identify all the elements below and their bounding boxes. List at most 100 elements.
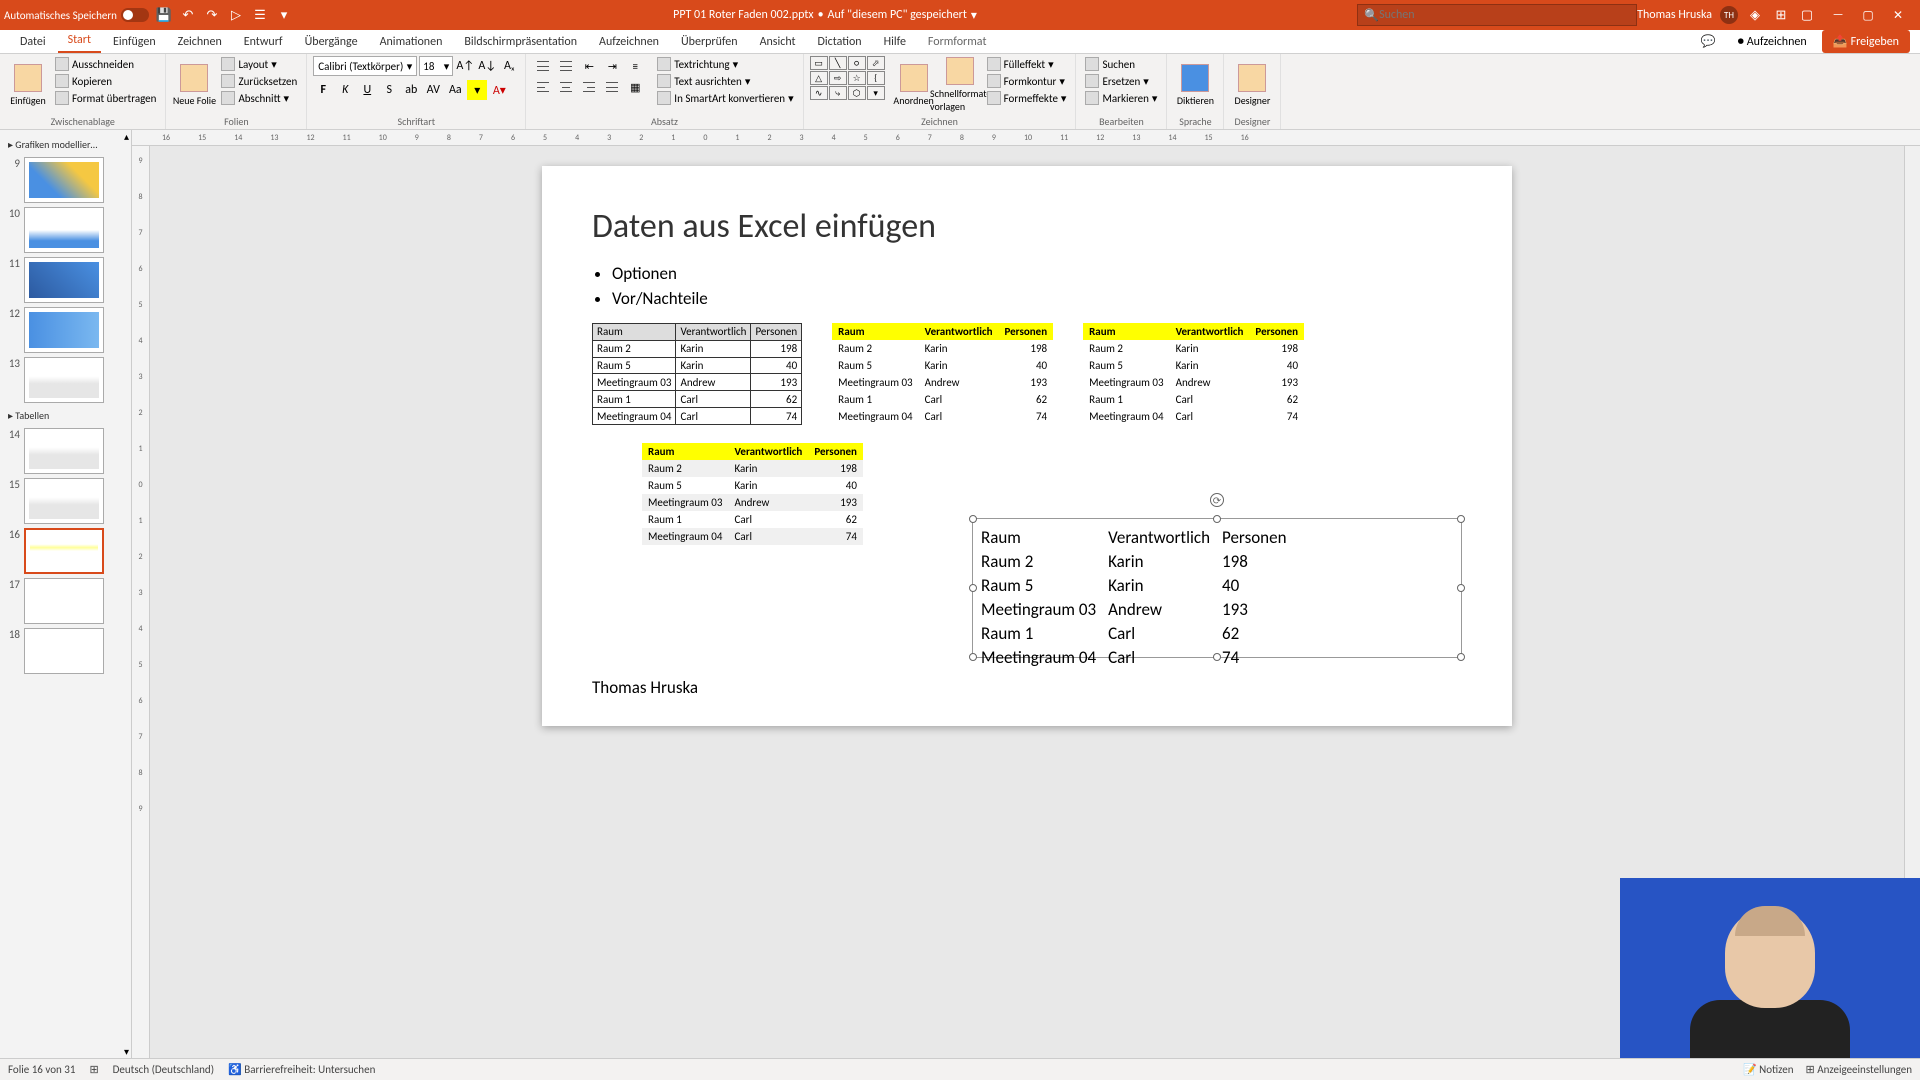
anordnen-button[interactable]: Anordnen xyxy=(892,56,936,114)
align-left-button[interactable] xyxy=(532,77,554,97)
shape-line[interactable]: ╲ xyxy=(829,56,847,70)
shape-curve[interactable]: ∿ xyxy=(810,86,828,100)
designer-button[interactable]: Designer xyxy=(1230,56,1274,114)
window-icon[interactable]: ▢ xyxy=(1798,6,1816,24)
selection-handle[interactable] xyxy=(1457,515,1465,523)
tab-datei[interactable]: Datei xyxy=(10,31,56,53)
smartart-button[interactable]: In SmartArt konvertieren▾ xyxy=(654,90,796,106)
shape-rect[interactable]: ▭ xyxy=(810,56,828,70)
slide-title[interactable]: Daten aus Excel einfügen xyxy=(592,206,1462,247)
tab-animationen[interactable]: Animationen xyxy=(370,31,453,53)
text-ausrichten-button[interactable]: Text ausrichten▾ xyxy=(654,73,796,89)
shape-oval[interactable]: ○ xyxy=(848,56,866,70)
increase-font-button[interactable]: A↑ xyxy=(455,56,475,76)
anzeigeeinstellungen-button[interactable]: ⊞ Anzeigeeinstellungen xyxy=(1806,1063,1912,1076)
ausschneiden-button[interactable]: Ausschneiden xyxy=(52,56,159,72)
decrease-font-button[interactable]: A↓ xyxy=(477,56,497,76)
shape-poly[interactable]: ⬡ xyxy=(848,86,866,100)
strikethrough-button[interactable]: ab xyxy=(401,80,421,100)
kopieren-button[interactable]: Kopieren xyxy=(52,73,159,89)
font-name-select[interactable]: Calibri (Textkörper)▾ xyxy=(313,56,417,76)
clear-formatting-button[interactable]: Aₓ xyxy=(499,56,519,76)
save-icon[interactable]: 💾 xyxy=(155,6,173,24)
undo-icon[interactable]: ↶ xyxy=(179,6,197,24)
tab-einfugen[interactable]: Einfügen xyxy=(103,31,166,53)
table-yellow-1[interactable]: RaumVerantwortlichPersonen Raum 2Karin19… xyxy=(832,323,1053,425)
bullet-list[interactable]: Optionen Vor/Nachteile xyxy=(612,263,1462,309)
freigeben-button[interactable]: 📤 Freigeben xyxy=(1822,30,1910,53)
font-color-button[interactable]: A▾ xyxy=(489,80,509,100)
scroll-up-icon[interactable]: ▴ xyxy=(124,130,129,143)
italic-button[interactable]: K xyxy=(335,80,355,100)
tab-formformat[interactable]: Formformat xyxy=(918,31,997,53)
close-button[interactable]: ✕ xyxy=(1884,4,1912,26)
tab-bildschirm[interactable]: Bildschirmpräsentation xyxy=(454,31,587,53)
selection-handle[interactable] xyxy=(1213,515,1221,523)
scroll-down-icon[interactable]: ▾ xyxy=(124,1045,129,1058)
table-bordered[interactable]: RaumVerantwortlichPersonen Raum 2Karin19… xyxy=(592,323,802,425)
tab-ubergange[interactable]: Übergänge xyxy=(295,31,368,53)
thumbnail-panel[interactable]: ▴ ▸ Grafiken modellier… 9 10 11 12 13 ▸ … xyxy=(0,130,132,1058)
minimize-button[interactable]: — xyxy=(1824,4,1852,26)
neue-folie-button[interactable]: Neue Folie xyxy=(172,56,216,114)
slide-thumb-15[interactable] xyxy=(24,478,104,524)
decrease-indent-button[interactable]: ⇤ xyxy=(578,56,600,76)
section-header[interactable]: ▸ Tabellen xyxy=(0,405,131,426)
autosave-toggle[interactable]: Automatisches Speichern xyxy=(4,8,149,22)
einfugen-button[interactable]: Einfügen xyxy=(6,56,50,114)
slide-footer[interactable]: Thomas Hruska xyxy=(592,677,698,698)
table-yellow-2[interactable]: RaumVerantwortlichPersonen Raum 2Karin19… xyxy=(1083,323,1304,425)
fulleffekt-button[interactable]: Fülleffekt▾ xyxy=(984,56,1070,72)
align-right-button[interactable] xyxy=(578,77,600,97)
highlight-button[interactable]: ▾ xyxy=(467,80,487,100)
rotate-handle[interactable]: ⟳ xyxy=(1210,493,1224,507)
slide-thumb-10[interactable] xyxy=(24,207,104,253)
slide-thumb-12[interactable] xyxy=(24,307,104,353)
markieren-button[interactable]: Markieren▾ xyxy=(1082,90,1160,106)
numbering-button[interactable] xyxy=(555,56,577,76)
shapes-gallery[interactable]: ▭ ╲ ○ ⬀ △ ⇨ ☆ { ∿ ⤷ ⬡ ▾ xyxy=(810,56,890,100)
schnellformat-button[interactable]: Schnellformat-vorlagen xyxy=(938,56,982,114)
shape-tri[interactable]: △ xyxy=(810,71,828,85)
slide-thumb-17[interactable] xyxy=(24,578,104,624)
customize-qat-icon[interactable]: ▾ xyxy=(275,6,293,24)
font-size-select[interactable]: 18▾ xyxy=(419,56,453,76)
touch-icon[interactable]: ☰ xyxy=(251,6,269,24)
tab-zeichnen[interactable]: Zeichnen xyxy=(168,31,232,53)
zurucksetzen-button[interactable]: Zurücksetzen xyxy=(218,73,300,89)
slide-thumb-14[interactable] xyxy=(24,428,104,474)
slide-thumb-18[interactable] xyxy=(24,628,104,674)
shape-arrow[interactable]: ⬀ xyxy=(867,56,885,70)
justify-button[interactable] xyxy=(601,77,623,97)
shape-star[interactable]: ☆ xyxy=(848,71,866,85)
layout-button[interactable]: Layout▾ xyxy=(218,56,300,72)
selection-handle[interactable] xyxy=(1457,584,1465,592)
shape-brace[interactable]: { xyxy=(867,71,885,85)
table-striped[interactable]: RaumVerantwortlichPersonen Raum 2Karin19… xyxy=(642,443,863,545)
aufzeichnen-button[interactable]: ⏺ Aufzeichnen xyxy=(1731,32,1814,52)
tab-hilfe[interactable]: Hilfe xyxy=(874,31,916,53)
ersetzen-button[interactable]: Ersetzen▾ xyxy=(1082,73,1160,89)
increase-indent-button[interactable]: ⇥ xyxy=(601,56,623,76)
bold-button[interactable]: F xyxy=(313,80,333,100)
slide-thumb-9[interactable] xyxy=(24,157,104,203)
slide-thumb-11[interactable] xyxy=(24,257,104,303)
shape-more[interactable]: ▾ xyxy=(867,86,885,100)
selection-handle[interactable] xyxy=(969,584,977,592)
shadow-button[interactable]: S xyxy=(379,80,399,100)
slide[interactable]: Daten aus Excel einfügen Optionen Vor/Na… xyxy=(542,166,1512,726)
chevron-down-icon[interactable]: ▾ xyxy=(971,8,977,23)
comments-button[interactable]: 💬 xyxy=(1694,31,1723,52)
line-spacing-button[interactable]: ≡ xyxy=(624,56,646,76)
abschnitt-button[interactable]: Abschnitt▾ xyxy=(218,90,300,106)
slide-thumb-16[interactable] xyxy=(24,528,104,574)
maximize-button[interactable]: ▢ xyxy=(1854,4,1882,26)
pkg-icon[interactable]: ⊞ xyxy=(1772,6,1790,24)
format-ubertragen-button[interactable]: Format übertragen xyxy=(52,90,159,106)
selection-handle[interactable] xyxy=(969,653,977,661)
underline-button[interactable]: U xyxy=(357,80,377,100)
selection-handle[interactable] xyxy=(1213,653,1221,661)
user-avatar[interactable]: TH xyxy=(1720,6,1738,24)
slide-thumb-13[interactable] xyxy=(24,357,104,403)
suchen-button[interactable]: Suchen xyxy=(1082,56,1160,72)
